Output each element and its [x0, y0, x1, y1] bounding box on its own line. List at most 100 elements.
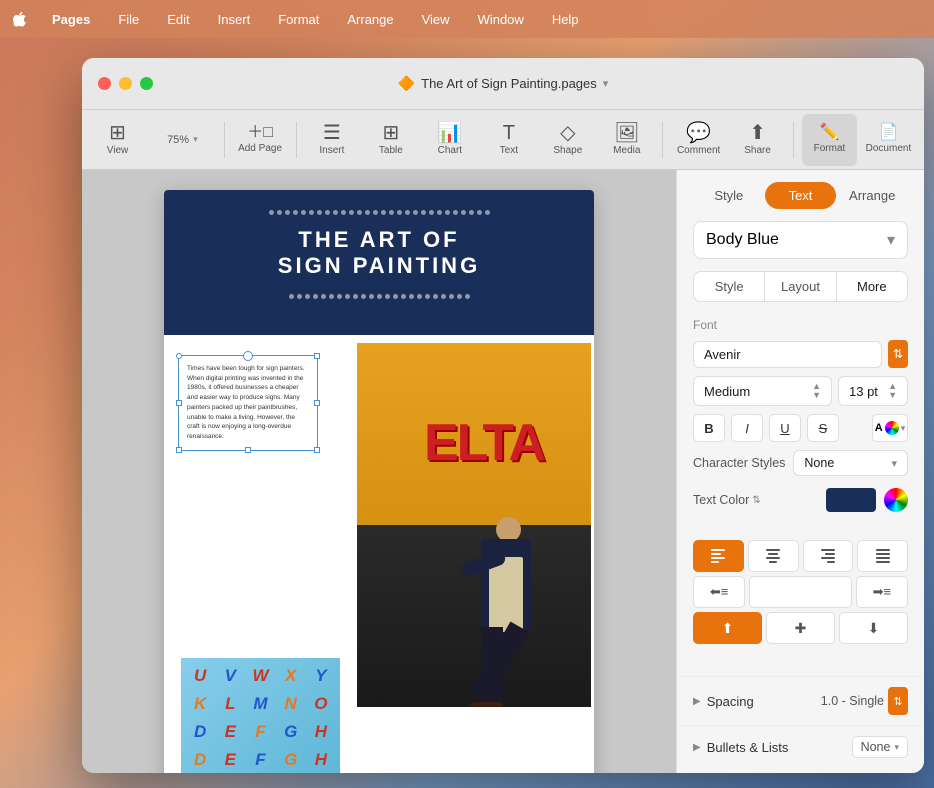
increase-indent-button[interactable]: ➡≡: [856, 576, 908, 608]
vert-middle-button[interactable]: ✚: [766, 612, 835, 644]
shape-label: Shape: [553, 145, 582, 156]
vert-top-button[interactable]: ⬆: [693, 612, 762, 644]
sub-tab-layout[interactable]: Layout: [765, 272, 836, 301]
resize-handle-bm[interactable]: [245, 447, 251, 453]
spacing-value-area: 1.0 - Single ⇅: [821, 687, 908, 715]
font-arrow-button[interactable]: ⇅: [888, 340, 908, 368]
vert-bottom-button[interactable]: ⬇: [839, 612, 908, 644]
resize-handle-tl[interactable]: [176, 353, 182, 359]
table-button[interactable]: ⊞ Table: [363, 114, 418, 166]
document-page: THE ART OF SIGN PAINTING: [164, 190, 594, 773]
align-justify-button[interactable]: [857, 540, 908, 572]
tab-text[interactable]: Text: [765, 182, 837, 209]
tab-style[interactable]: Style: [693, 182, 765, 209]
size-stepper[interactable]: ▲ ▼: [888, 382, 897, 400]
format-button[interactable]: ✏️ Format: [802, 114, 857, 166]
style-dropdown[interactable]: Body Blue ▾: [693, 221, 908, 259]
text-color-swatch[interactable]: [826, 488, 876, 512]
view-button[interactable]: ⊞ View: [90, 114, 145, 166]
document-button[interactable]: 📄 Document: [861, 114, 916, 166]
bullets-dropdown[interactable]: None ▾: [852, 736, 908, 758]
font-size-field[interactable]: 13 pt ▲ ▼: [838, 376, 908, 406]
resize-handle-bl[interactable]: [176, 447, 182, 453]
decrease-indent-button[interactable]: ⬅≡: [693, 576, 745, 608]
dot: [377, 294, 382, 299]
media-button[interactable]: 🖼 Media: [599, 114, 654, 166]
spacing-stepper-button[interactable]: ⇅: [888, 687, 908, 715]
menu-view[interactable]: View: [418, 10, 454, 29]
document-area[interactable]: THE ART OF SIGN PAINTING: [82, 170, 676, 773]
weight-stepper[interactable]: ▲ ▼: [812, 382, 821, 400]
char-styles-label: Character Styles: [693, 456, 785, 470]
main-window: 🔶 The Art of Sign Painting.pages ▾ ⊞ Vie…: [82, 58, 924, 773]
document-icon: 🔶: [398, 75, 415, 92]
dot: [301, 210, 306, 215]
align-left-button[interactable]: [693, 540, 744, 572]
char-styles-dropdown[interactable]: None ▾: [793, 450, 908, 476]
menu-edit[interactable]: Edit: [163, 10, 193, 29]
text-format-color[interactable]: A ▾: [872, 414, 908, 442]
sub-tab-more[interactable]: More: [837, 272, 907, 301]
text-block[interactable]: Times have been tough for sign painters.…: [178, 355, 318, 451]
title-chevron[interactable]: ▾: [603, 77, 609, 90]
page-title-line1: THE ART OF: [194, 227, 564, 253]
resize-handle-br[interactable]: [314, 447, 320, 453]
inspector-panel: Style Text Arrange Body Blue ▾ Style Lay…: [676, 170, 924, 773]
size-down-arrow[interactable]: ▼: [888, 391, 897, 400]
italic-button[interactable]: I: [731, 414, 763, 442]
add-page-button[interactable]: ＋□ Add Page: [233, 114, 288, 166]
underline-button[interactable]: U: [769, 414, 801, 442]
vertical-align-row: ⬆ ✚ ⬇: [693, 612, 908, 644]
bullets-row[interactable]: ▶ Bullets & Lists None ▾: [677, 725, 924, 768]
menu-pages[interactable]: Pages: [48, 10, 94, 29]
letter-cell: E: [215, 718, 245, 746]
menu-insert[interactable]: Insert: [214, 10, 255, 29]
bold-button[interactable]: B: [693, 414, 725, 442]
align-right-button[interactable]: [803, 540, 854, 572]
media-icon: 🖼: [614, 123, 639, 143]
add-page-label: Add Page: [238, 143, 282, 154]
text-button[interactable]: T Text: [481, 114, 536, 166]
menu-arrange[interactable]: Arrange: [343, 10, 397, 29]
shape-button[interactable]: ◇ Shape: [540, 114, 595, 166]
close-button[interactable]: [98, 77, 111, 90]
insert-button[interactable]: ☰ Insert: [304, 114, 359, 166]
menu-file[interactable]: File: [114, 10, 143, 29]
sub-tab-style[interactable]: Style: [694, 272, 765, 301]
char-styles-row: Character Styles None ▾: [693, 450, 908, 476]
document-icon-tb: 📄: [878, 125, 898, 141]
dot: [417, 294, 422, 299]
tab-arrange[interactable]: Arrange: [836, 182, 908, 209]
spacing-row[interactable]: ▶ Spacing 1.0 - Single ⇅: [677, 676, 924, 725]
weight-down-arrow[interactable]: ▼: [812, 391, 821, 400]
text-color-chevron: ⇅: [752, 495, 760, 506]
decrease-indent-icon: ⬅≡: [710, 584, 728, 600]
menu-format[interactable]: Format: [274, 10, 323, 29]
resize-handle-ml[interactable]: [176, 400, 182, 406]
chart-button[interactable]: 📊 Chart: [422, 114, 477, 166]
dot: [449, 294, 454, 299]
menu-help[interactable]: Help: [548, 10, 583, 29]
media-label: Media: [613, 145, 640, 156]
maximize-button[interactable]: [140, 77, 153, 90]
resize-handle-mr[interactable]: [314, 400, 320, 406]
zoom-button[interactable]: 75% ▾: [149, 114, 216, 166]
dot: [421, 210, 426, 215]
resize-handle-top[interactable]: [243, 351, 253, 361]
font-weight-row: Medium ▲ ▼ 13 pt ▲ ▼: [693, 376, 908, 406]
font-weight-field[interactable]: Medium ▲ ▼: [693, 376, 832, 406]
color-wheel-button[interactable]: [884, 488, 908, 512]
font-name-field[interactable]: Avenir: [693, 341, 882, 368]
align-center-button[interactable]: [748, 540, 799, 572]
menu-window[interactable]: Window: [474, 10, 528, 29]
minimize-button[interactable]: [119, 77, 132, 90]
format-icon: ✏️: [819, 125, 839, 141]
resize-handle-tr[interactable]: [314, 353, 320, 359]
dot: [437, 210, 442, 215]
delta-text: ELTA: [424, 413, 544, 473]
strikethrough-button[interactable]: S: [807, 414, 839, 442]
share-button[interactable]: ⬆ Share: [730, 114, 785, 166]
comment-button[interactable]: 💬 Comment: [671, 114, 726, 166]
header-dots-bottom: [194, 294, 564, 299]
line: [876, 553, 890, 555]
